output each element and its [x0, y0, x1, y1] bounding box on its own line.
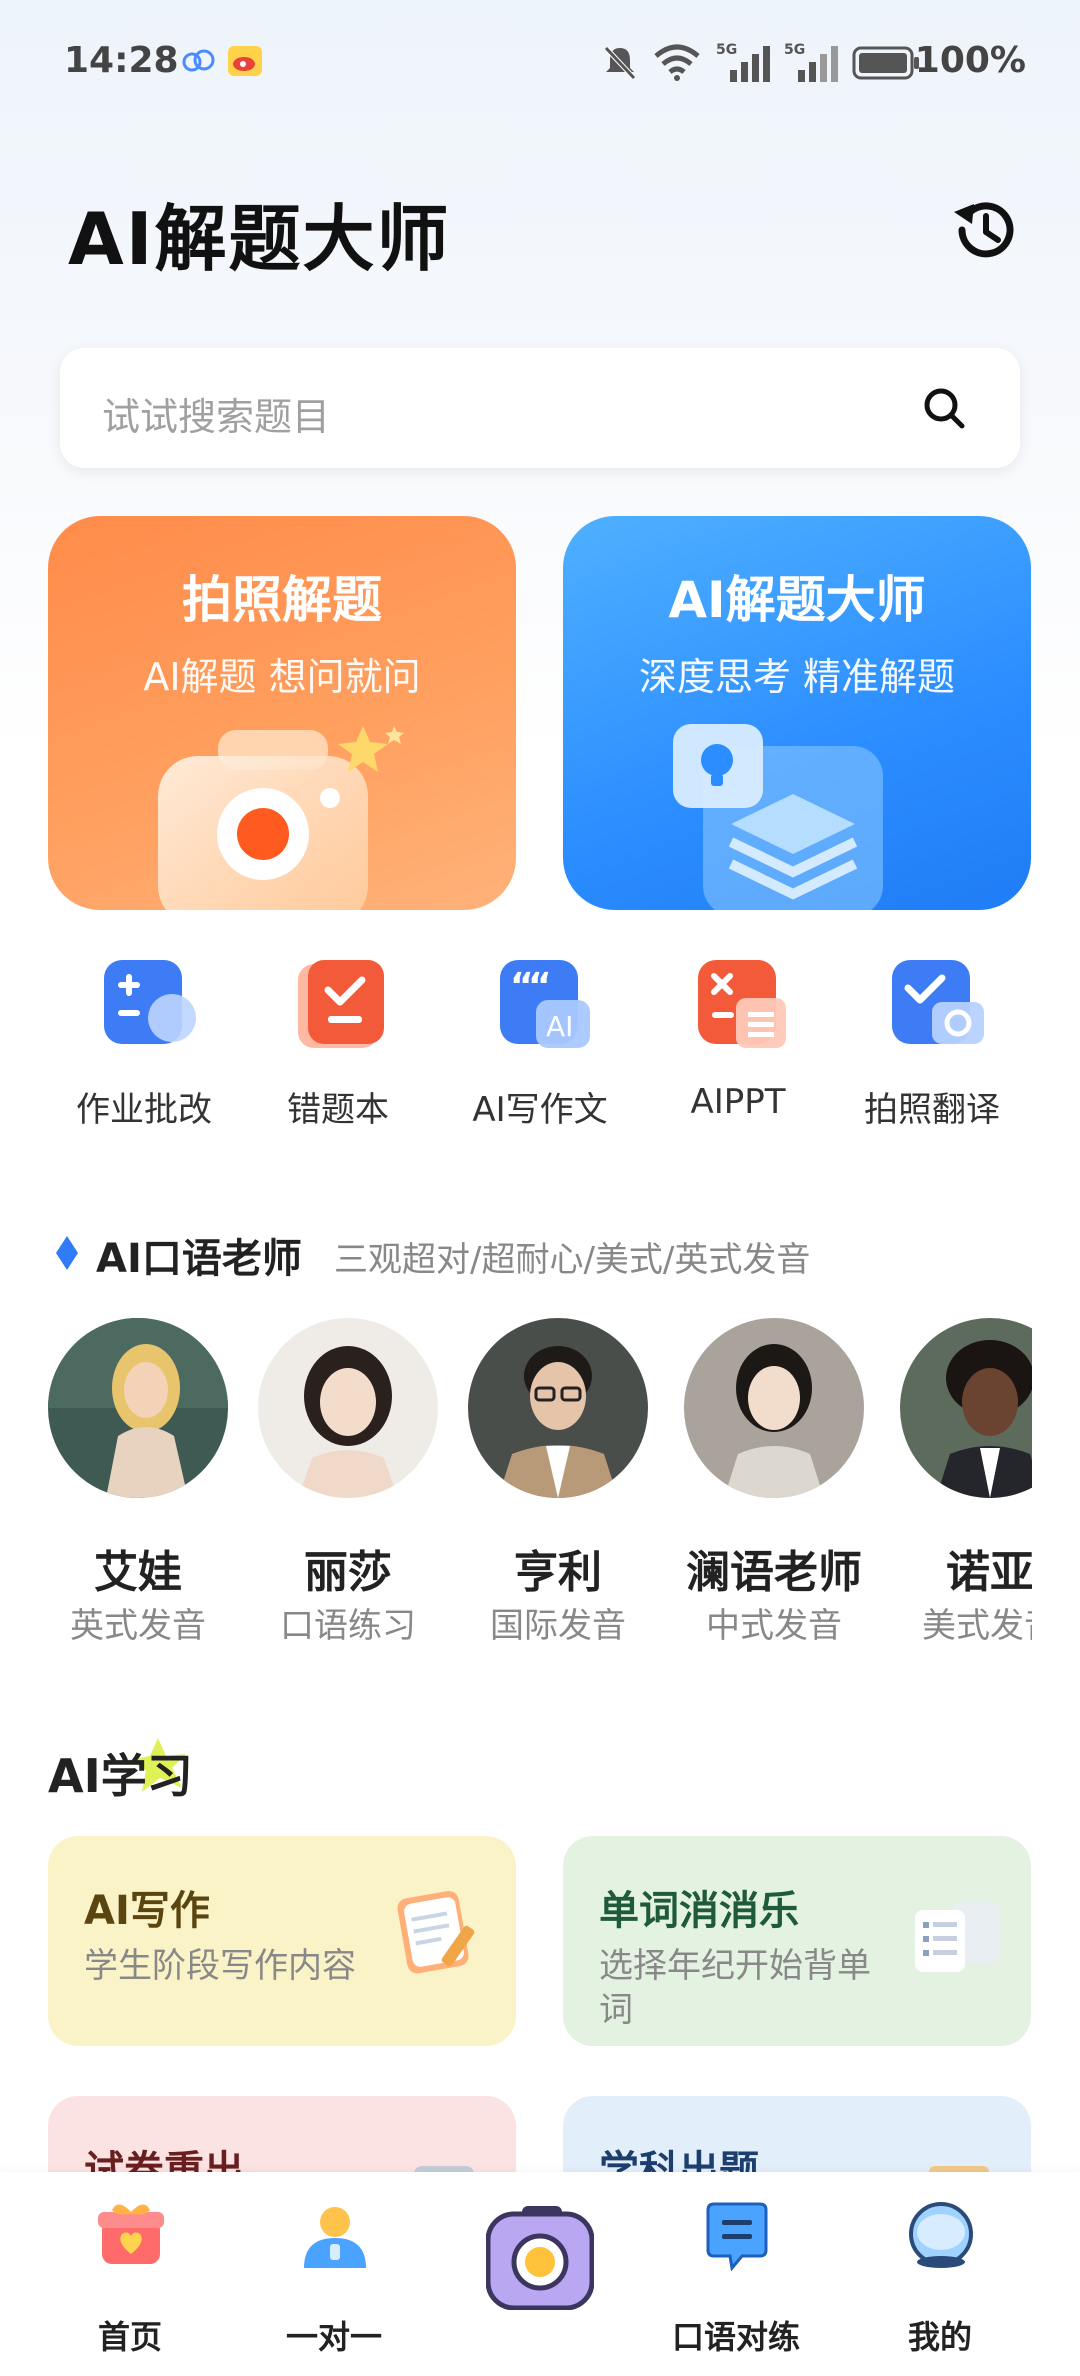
tool-label: 拍照翻译	[864, 1090, 1000, 1130]
speaking-section-title: AI口语老师	[96, 1236, 302, 1282]
study-card-title: AI写作	[84, 1888, 210, 1934]
photo-card-subtitle: AI解题 想问就问	[143, 655, 421, 699]
nav-label: 首页	[97, 2318, 162, 2356]
search-placeholder: 试试搜索题目	[102, 395, 331, 439]
bottom-nav: 首页 一对一 口语对练 我的	[0, 2172, 1080, 2376]
homework-grading-icon	[104, 960, 196, 1048]
teacher-avatar	[258, 1318, 438, 1498]
study-section-title: AI学习	[48, 1749, 193, 1803]
nav-label: 口语对练	[671, 2318, 800, 2356]
ai-card-subtitle: 深度思考 精准解题	[638, 655, 956, 699]
nav-label: 我的	[907, 2318, 972, 2356]
tool-homework-grading[interactable]: 作业批改	[44, 960, 244, 1130]
layers-icon	[673, 724, 913, 910]
tool-photo-translate[interactable]: 拍照翻译	[832, 960, 1032, 1130]
study-card-word-game[interactable]: 单词消消乐 选择年纪开始背单词	[563, 1836, 1031, 2046]
tool-label: 错题本	[287, 1090, 389, 1130]
study-card-desc: 学生阶段写作内容	[84, 1946, 356, 1986]
photo-solve-card[interactable]: 拍照解题 AI解题 想问就问	[48, 516, 516, 910]
teacher-card[interactable]: 澜语老师 中式发音	[684, 1318, 864, 1648]
ai-card-title: AI解题大师	[668, 571, 926, 629]
ai-ppt-icon	[698, 960, 786, 1048]
person-icon	[300, 2202, 370, 2276]
teacher-card-clip: 诺亚 美式发音	[880, 1318, 1032, 1678]
cloud-icon	[182, 48, 216, 78]
teacher-name: 澜语老师	[686, 1547, 862, 1598]
teacher-desc: 国际发音	[490, 1606, 626, 1646]
profile-orb-icon	[906, 2202, 976, 2276]
teacher-avatar	[48, 1318, 228, 1498]
nav-label: 一对一	[285, 2318, 382, 2356]
mute-icon	[600, 42, 640, 86]
teacher-card[interactable]: 亨利 国际发音	[468, 1318, 648, 1648]
photo-translate-icon	[892, 960, 984, 1048]
teacher-card[interactable]: 诺亚 美式发音	[900, 1318, 1032, 1648]
tool-ai-ppt[interactable]: AIPPT	[638, 960, 838, 1130]
ai-essay-icon: “ “ AI	[500, 960, 590, 1048]
teacher-name: 亨利	[514, 1547, 602, 1598]
history-icon[interactable]	[944, 190, 1024, 270]
teacher-desc: 美式发音	[922, 1606, 1032, 1646]
signal-icon-2: 5G	[784, 40, 844, 88]
tool-ai-essay[interactable]: “ “ AI AI写作文	[440, 960, 640, 1130]
tool-label: 作业批改	[76, 1090, 212, 1130]
status-time: 14:28	[64, 40, 179, 81]
speaking-section-subtitle: 三观超对/超耐心/美式/英式发音	[334, 1240, 811, 1280]
nav-home[interactable]: 首页	[30, 2202, 230, 2372]
diamond-icon	[56, 1236, 78, 1270]
tool-label: AIPPT	[690, 1082, 786, 1122]
search-bar[interactable]: 试试搜索题目	[60, 348, 1020, 468]
weibo-icon	[228, 46, 262, 80]
teacher-avatar	[684, 1318, 864, 1498]
svg-text:5G: 5G	[784, 42, 805, 58]
wifi-icon	[652, 42, 702, 86]
chat-icon	[702, 2202, 772, 2276]
study-card-ai-writing[interactable]: AI写作 学生阶段写作内容	[48, 1836, 516, 2046]
tool-label: AI写作文	[472, 1090, 608, 1130]
teacher-avatar	[900, 1318, 1032, 1498]
teacher-card[interactable]: 艾娃 英式发音	[48, 1318, 228, 1648]
teacher-name: 艾娃	[94, 1547, 182, 1598]
teacher-card[interactable]: 丽莎 口语练习	[258, 1318, 438, 1648]
svg-text:AI: AI	[546, 1010, 573, 1043]
camera-button[interactable]	[485, 2202, 595, 2311]
study-card-desc: 选择年纪开始背单词	[599, 1946, 871, 2030]
nav-speaking-practice[interactable]: 口语对练	[636, 2202, 836, 2372]
camera-icon	[158, 726, 418, 910]
study-card-title: 单词消消乐	[599, 1888, 799, 1934]
nav-profile[interactable]: 我的	[840, 2202, 1040, 2372]
battery-percent: 100%	[914, 40, 1026, 81]
svg-text:5G: 5G	[716, 42, 737, 58]
signal-icon-1: 5G	[716, 40, 776, 88]
tool-wrong-questions[interactable]: 错题本	[238, 960, 438, 1130]
battery-icon	[852, 46, 920, 84]
teacher-name: 诺亚	[946, 1547, 1032, 1598]
teacher-desc: 中式发音	[706, 1606, 842, 1646]
ai-master-card[interactable]: AI解题大师 深度思考 精准解题	[563, 516, 1031, 910]
teacher-desc: 口语练习	[280, 1606, 416, 1646]
status-bar: 14:28 5G 5G 100%	[0, 0, 1080, 130]
wrong-book-icon	[298, 960, 384, 1048]
teacher-name: 丽莎	[304, 1547, 392, 1598]
nav-one-on-one[interactable]: 一对一	[234, 2202, 434, 2372]
notepad-icon	[394, 1884, 490, 1984]
teacher-avatar	[468, 1318, 648, 1498]
word-cards-icon	[909, 1896, 1005, 1980]
teacher-desc: 英式发音	[70, 1606, 206, 1646]
page-title: AI解题大师	[68, 197, 451, 281]
search-icon[interactable]	[920, 384, 968, 432]
gift-home-icon	[98, 2202, 164, 2272]
photo-card-title: 拍照解题	[182, 571, 382, 629]
